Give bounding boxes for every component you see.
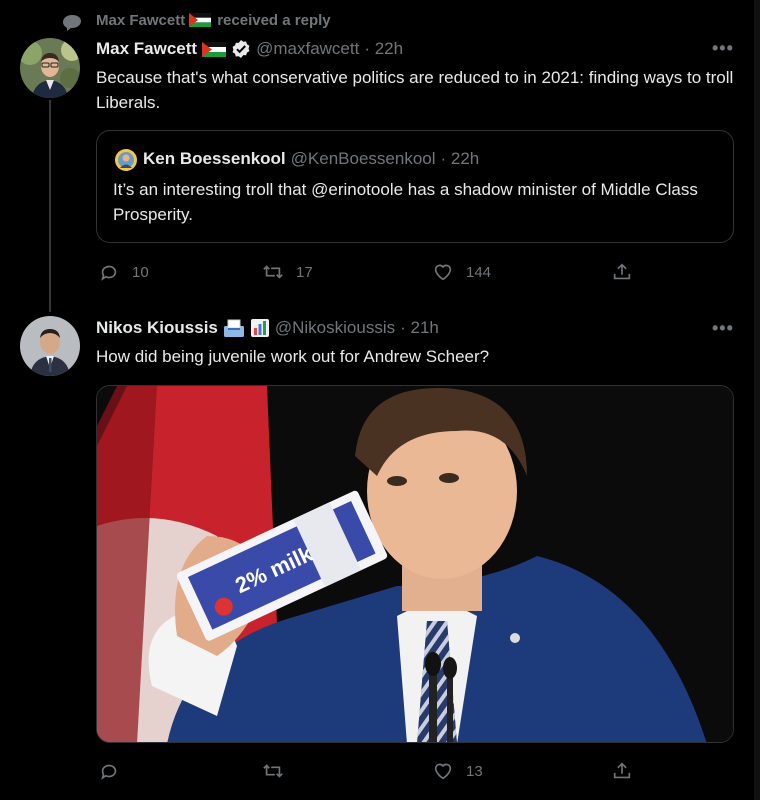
tweet2-author-name[interactable]: Nikos Kioussis: [96, 318, 218, 338]
avatar-max-fawcett[interactable]: [20, 38, 80, 98]
thread-connector-line: [49, 100, 51, 312]
tweet1-more-icon[interactable]: •••: [712, 38, 734, 59]
share-icon: [613, 762, 631, 779]
retweet-icon: [263, 764, 283, 778]
like-button[interactable]: 144: [432, 261, 491, 283]
retweet-icon: [263, 265, 283, 279]
tweet1-time[interactable]: · 22h: [364, 39, 403, 59]
heart-icon: [434, 264, 452, 281]
retweet-count: 17: [296, 263, 313, 281]
reply-button-2[interactable]: [98, 760, 132, 782]
photo-man-drinking-milk: 2% milk: [97, 386, 733, 742]
tweet2-text: How did being juvenile work out for Andr…: [96, 347, 490, 366]
reply-count: 10: [132, 263, 149, 281]
tweet2-time[interactable]: · 21h: [400, 318, 439, 338]
palestine-flag-icon: [202, 41, 227, 57]
quote-author-name[interactable]: Ken Boessenkool: [143, 149, 286, 169]
avatar-ken-boessenkool[interactable]: [115, 149, 137, 171]
speech-bubble-icon: [62, 14, 82, 37]
context-name[interactable]: Max Fawcett: [96, 12, 185, 29]
reply-icon: [101, 764, 117, 780]
retweet-button[interactable]: 17: [262, 261, 313, 283]
quoted-tweet[interactable]: Ken Boessenkool @KenBoessenkool · 22h It…: [96, 130, 734, 243]
share-icon: [613, 263, 631, 280]
quote-time[interactable]: · 22h: [441, 149, 480, 169]
quote-handle[interactable]: @KenBoessenkool: [291, 149, 436, 169]
reply-icon: [101, 265, 117, 281]
tweet1-handle[interactable]: @maxfawcett: [256, 39, 359, 59]
palestine-flag-icon: [189, 13, 213, 28]
context-suffix: received a reply: [217, 12, 331, 29]
like-count-2: 13: [466, 762, 483, 780]
tweet1-text: Because that's what conservative politic…: [96, 68, 734, 112]
heart-icon: [434, 763, 452, 780]
avatar-nikos-kioussis[interactable]: [20, 316, 80, 376]
bar-chart-icon: [250, 318, 270, 338]
like-count: 144: [466, 263, 492, 281]
tweet1-header: Max Fawcett @maxfawcett · 22h: [96, 39, 403, 59]
quote-header: Ken Boessenkool @KenBoessenkool · 22h: [143, 149, 479, 169]
quote-text: It’s an interesting troll that @erinotoo…: [113, 180, 698, 224]
share-button-2[interactable]: [611, 760, 633, 782]
like-button-2[interactable]: 13: [432, 760, 483, 782]
window-edge: [754, 0, 760, 800]
tweet1-author-name[interactable]: Max Fawcett: [96, 39, 197, 59]
ballot-box-icon: [223, 318, 245, 338]
tweet2-more-icon[interactable]: •••: [712, 318, 734, 339]
share-button[interactable]: [611, 261, 633, 283]
tweet2-handle[interactable]: @Nikoskioussis: [275, 318, 395, 338]
tweet2-photo[interactable]: 2% milk: [96, 385, 734, 743]
reply-button[interactable]: 10: [98, 261, 149, 283]
verified-badge-icon: [231, 39, 251, 59]
tweet2-header: Nikos Kioussis @Nikoskioussis · 21h: [96, 318, 439, 338]
reply-context[interactable]: Max Fawcett received a reply: [96, 12, 331, 29]
retweet-button-2[interactable]: [262, 760, 296, 782]
